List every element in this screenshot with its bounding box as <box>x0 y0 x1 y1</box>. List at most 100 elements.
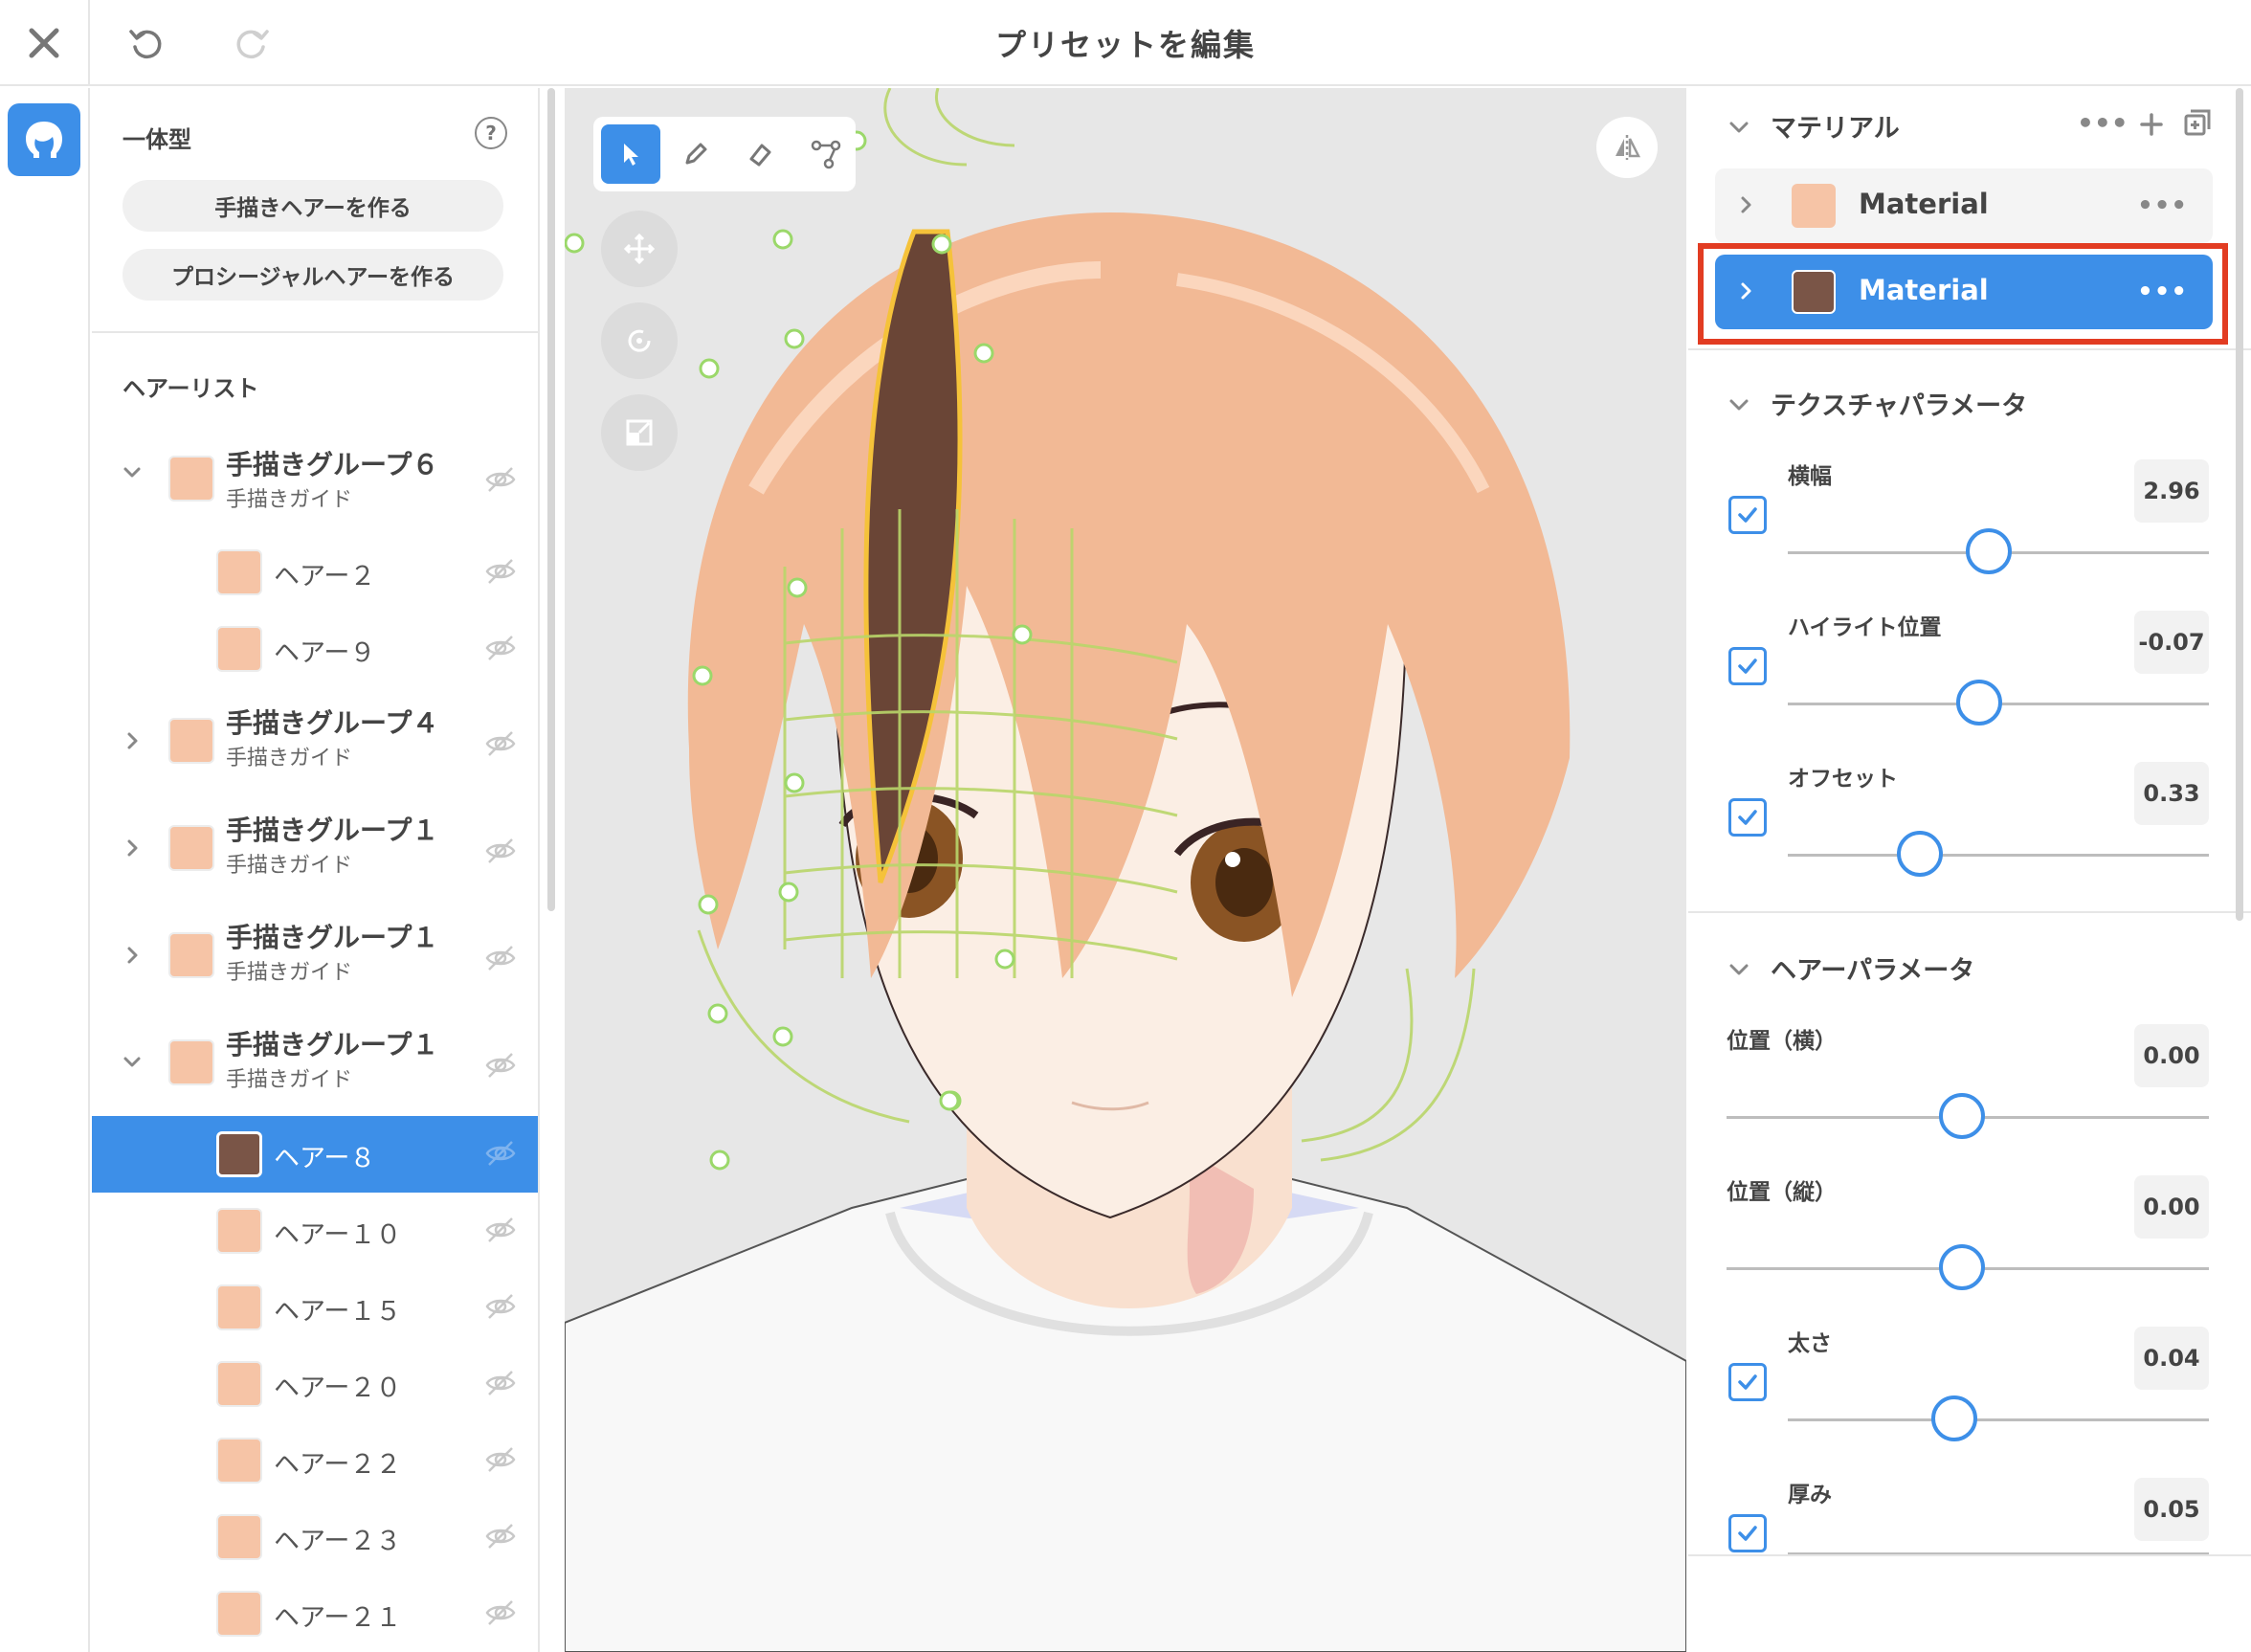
list-item-hair[interactable]: ヘアー２１ <box>92 1575 538 1652</box>
move-tool-button[interactable] <box>601 211 678 287</box>
slider-knob[interactable] <box>1956 680 2002 726</box>
chevron-down-icon[interactable] <box>1727 957 1751 982</box>
panel-footer <box>1688 1554 2251 1646</box>
select-tool-button[interactable] <box>601 124 660 184</box>
scale-tool-button[interactable] <box>601 394 678 471</box>
chevron-right-icon[interactable] <box>121 837 144 859</box>
slider-knob[interactable] <box>1966 528 2012 574</box>
slider-knob[interactable] <box>1939 1093 1985 1139</box>
chevron-down-icon[interactable] <box>1727 115 1751 140</box>
rotate-tool-button[interactable] <box>601 302 678 379</box>
visibility-off-icon[interactable] <box>484 555 517 588</box>
param-checkbox[interactable] <box>1728 647 1767 685</box>
chevron-down-icon[interactable] <box>121 461 144 484</box>
color-swatch <box>168 718 214 764</box>
slider-track[interactable] <box>1788 1418 2209 1421</box>
param-label: 厚み <box>1788 1483 1832 1507</box>
param-value[interactable]: -0.07 <box>2134 611 2209 674</box>
tool-rail <box>0 88 90 1652</box>
3d-viewport[interactable] <box>565 88 1686 1652</box>
scrollbar[interactable] <box>547 88 555 911</box>
param-checkbox[interactable] <box>1728 1363 1767 1401</box>
param-value[interactable]: 0.33 <box>2134 762 2209 825</box>
pen-tool-button[interactable] <box>666 124 725 184</box>
list-item-hair[interactable]: ヘアー２２ <box>92 1422 538 1499</box>
chevron-right-icon[interactable] <box>1734 193 1757 216</box>
list-item-hair[interactable]: ヘアー９ <box>92 611 538 687</box>
color-swatch <box>216 1131 262 1177</box>
material-label: Material <box>1859 188 1989 220</box>
color-swatch <box>216 1514 262 1560</box>
param-checkbox[interactable] <box>1728 496 1767 534</box>
create-procedural-hair-button[interactable]: プロシージャルヘアーを作る <box>123 249 503 301</box>
visibility-off-icon[interactable] <box>484 942 517 974</box>
mirror-button[interactable] <box>1596 117 1658 178</box>
chevron-down-icon[interactable] <box>121 1051 144 1074</box>
slider-track[interactable] <box>1788 854 2209 857</box>
hair-name: ヘアー８ <box>274 1144 376 1173</box>
param-value[interactable]: 0.04 <box>2134 1327 2209 1390</box>
param-label: 横幅 <box>1788 464 1832 489</box>
param-value[interactable]: 0.00 <box>2134 1175 2209 1239</box>
scale-icon <box>626 419 653 446</box>
hair-name: ヘアー９ <box>274 638 376 668</box>
param-checkbox[interactable] <box>1728 1514 1767 1552</box>
hair-name: ヘアー１５ <box>274 1297 402 1327</box>
list-item-group[interactable]: 手描きグループ６ 手描きガイド <box>92 433 538 528</box>
color-swatch <box>216 549 262 595</box>
material-item[interactable]: Material ••• <box>1715 168 2213 243</box>
add-icon[interactable] <box>2138 111 2165 138</box>
hair-name: ヘアー１０ <box>274 1220 402 1250</box>
list-item-group[interactable]: 手描きグループ４ 手描きガイド <box>92 693 538 789</box>
texture-section-title: テクスチャパラメータ <box>1771 391 2028 421</box>
list-item-group[interactable]: 手描きグループ１ 手描きガイド <box>92 1015 538 1110</box>
list-item-group[interactable]: 手描きグループ１ 手描きガイド <box>92 907 538 1003</box>
color-swatch <box>216 1208 262 1254</box>
param-checkbox[interactable] <box>1728 798 1767 837</box>
character-preview[interactable] <box>565 88 1686 1652</box>
more-options-icon[interactable]: ••• <box>2077 107 2128 139</box>
list-item-hair[interactable]: ヘアー２ <box>92 534 538 611</box>
param-value[interactable]: 0.00 <box>2134 1024 2209 1087</box>
visibility-off-icon[interactable] <box>484 1596 517 1629</box>
chevron-down-icon[interactable] <box>1727 392 1751 417</box>
visibility-off-icon[interactable] <box>484 463 517 496</box>
help-icon[interactable]: ? <box>475 117 507 149</box>
list-item-hair[interactable]: ヘアー２０ <box>92 1346 538 1422</box>
node-path-icon <box>811 140 841 169</box>
mode-label: 一体型 <box>123 126 191 153</box>
list-item-hair[interactable]: ヘアー２３ <box>92 1499 538 1575</box>
list-item-hair[interactable]: ヘアー１５ <box>92 1269 538 1346</box>
scrollbar[interactable] <box>2236 88 2243 921</box>
visibility-off-icon[interactable] <box>484 835 517 867</box>
duplicate-icon[interactable] <box>2182 107 2213 138</box>
path-tool-button[interactable] <box>796 124 856 184</box>
visibility-off-icon[interactable] <box>484 1290 517 1323</box>
create-hand-drawn-hair-button[interactable]: 手描きヘアーを作る <box>123 180 503 232</box>
visibility-off-icon[interactable] <box>484 1049 517 1082</box>
list-item-hair[interactable]: ヘアー１０ <box>92 1193 538 1269</box>
list-item-group[interactable]: 手描きグループ１ 手描きガイド <box>92 800 538 896</box>
visibility-off-icon[interactable] <box>484 727 517 760</box>
visibility-off-icon[interactable] <box>484 1367 517 1399</box>
list-item-hair-selected[interactable]: ヘアー８ <box>92 1116 538 1193</box>
slider-knob[interactable] <box>1939 1244 1985 1290</box>
visibility-off-icon[interactable] <box>484 1520 517 1552</box>
eraser-tool-button[interactable] <box>731 124 791 184</box>
edit-toolbar <box>593 117 856 191</box>
hair-mode-button[interactable] <box>8 103 80 176</box>
param-value[interactable]: 2.96 <box>2134 459 2209 523</box>
slider-knob[interactable] <box>1897 831 1943 877</box>
param-value[interactable]: 0.05 <box>2134 1478 2209 1541</box>
visibility-off-icon[interactable] <box>484 1137 517 1170</box>
color-swatch <box>216 1284 262 1330</box>
visibility-off-icon[interactable] <box>484 1214 517 1246</box>
slider-knob[interactable] <box>1931 1395 1977 1441</box>
more-options-icon[interactable]: ••• <box>2137 191 2188 220</box>
group-name: 手描きグループ１ <box>226 1029 439 1060</box>
visibility-off-icon[interactable] <box>484 1443 517 1476</box>
visibility-off-icon[interactable] <box>484 632 517 664</box>
chevron-right-icon[interactable] <box>121 944 144 967</box>
chevron-right-icon[interactable] <box>121 729 144 752</box>
color-swatch <box>168 932 214 978</box>
